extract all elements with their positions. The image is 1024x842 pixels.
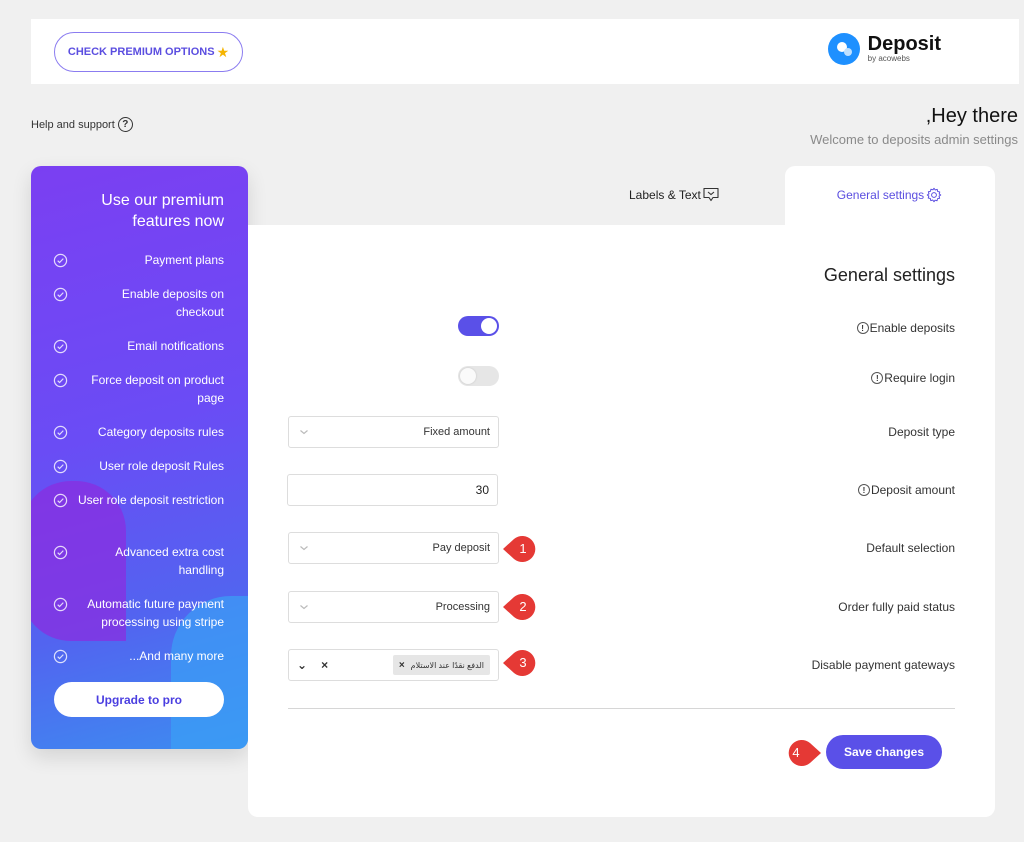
save-changes-button[interactable]: Save changes: [826, 735, 942, 769]
deposit-type-select[interactable]: Fixed amount: [288, 416, 499, 448]
chevron-down-icon: [300, 546, 308, 551]
order-status-select[interactable]: Processing: [288, 591, 499, 623]
brand-name: Deposit: [867, 33, 941, 55]
check-circle-icon: [53, 459, 68, 474]
check-circle-icon: [53, 339, 68, 354]
settings-tabs: Labels & Text General settings: [248, 166, 995, 225]
toggle-knob: [460, 368, 476, 384]
require-login-row-label: ! Require login: [871, 371, 955, 385]
feature-label: Payment plans: [144, 253, 224, 267]
divider: [288, 708, 955, 709]
callout-number: 2: [519, 599, 527, 614]
chevron-down-icon: [300, 605, 308, 610]
check-circle-icon: [53, 545, 68, 560]
speech-bubble-icon: [703, 187, 719, 202]
deposit-type-label: Deposit type: [888, 425, 955, 439]
callout-badge-2: 2: [503, 594, 543, 620]
require-login-label: Require login: [884, 371, 955, 385]
feature-item: Automatic future payment processing usin…: [53, 595, 224, 631]
panel-title: General settings: [823, 265, 955, 285]
enable-deposits-row-label: ! Enable deposits: [856, 321, 955, 335]
feature-item: Email notifications: [53, 337, 224, 355]
info-icon[interactable]: !: [856, 322, 869, 334]
default-selection-select[interactable]: Pay deposit: [288, 532, 499, 564]
tab-labels-text[interactable]: Labels & Text: [629, 187, 720, 203]
brand: Deposit by acowebs: [827, 33, 941, 65]
tab-general-settings[interactable]: General settings: [785, 166, 995, 225]
feature-item: ...And many more: [53, 647, 224, 665]
info-icon[interactable]: !: [871, 372, 884, 384]
callout-badge-4: 4: [781, 740, 821, 766]
feature-item: Advanced extra cost handling: [53, 543, 224, 579]
check-circle-icon: [53, 649, 68, 664]
upgrade-to-pro-button[interactable]: Upgrade to pro: [54, 682, 224, 717]
check-circle-icon: [53, 253, 68, 268]
help-and-support-link[interactable]: Help and support ?: [31, 117, 133, 132]
check-circle-icon: [53, 287, 68, 302]
general-settings-panel: General settings ! Enable deposits ! Req…: [248, 225, 995, 817]
feature-label: User role deposit restriction: [77, 493, 224, 507]
order-status-label: Order fully paid status: [838, 600, 955, 614]
check-circle-icon: [53, 425, 68, 440]
feature-item: Force deposit on product page: [53, 371, 224, 407]
star-icon: ★: [216, 43, 230, 60]
question-icon: ?: [117, 117, 133, 132]
feature-label: Email notifications: [127, 339, 224, 353]
gateway-tag: × الدفع نقدًا عند الاستلام: [392, 655, 490, 675]
check-premium-button[interactable]: CHECK PREMIUM OPTIONS ★: [54, 32, 243, 72]
feature-label: Force deposit on product page: [91, 373, 224, 405]
enable-deposits-toggle[interactable]: [458, 316, 499, 336]
check-circle-icon: [53, 493, 68, 508]
greeting: ,Hey there Welcome to deposits admin set…: [810, 105, 1018, 147]
feature-item: User role deposit restriction: [53, 491, 224, 509]
brand-subtitle: by acowebs: [867, 54, 910, 63]
callout-number: 3: [519, 655, 527, 670]
feature-item: Category deposits rules: [53, 423, 224, 441]
feature-label: Advanced extra cost handling: [115, 545, 224, 577]
deposit-type-value: Fixed amount: [423, 426, 490, 438]
disable-gateways-multiselect[interactable]: ⌄ × × الدفع نقدًا عند الاستلام: [288, 649, 499, 681]
top-bar: CHECK PREMIUM OPTIONS ★ Deposit by acowe…: [31, 19, 1019, 84]
feature-label: Automatic future payment processing usin…: [87, 597, 224, 629]
promo-title: Use our premium features now: [101, 192, 224, 230]
deposit-amount-input[interactable]: 30: [287, 474, 498, 506]
toggle-knob: [481, 318, 497, 334]
chevron-down-icon: [300, 430, 308, 435]
tab-labels-text-label: Labels & Text: [629, 188, 701, 202]
feature-item: Payment plans: [53, 251, 224, 269]
premium-promo-card: Use our premium features now Payment pla…: [31, 166, 248, 749]
expand-chevron-icon[interactable]: ⌄: [297, 658, 307, 672]
deposit-amount-row-label: ! Deposit amount: [857, 483, 955, 497]
require-login-toggle[interactable]: [458, 366, 499, 386]
deposit-amount-label: Deposit amount: [870, 483, 955, 497]
clear-all-icon[interactable]: ×: [321, 658, 328, 672]
help-label: Help and support: [31, 118, 115, 131]
enable-deposits-label: Enable deposits: [869, 321, 955, 335]
callout-badge-3: 3: [503, 650, 543, 676]
feature-label: ...And many more: [129, 649, 224, 663]
callout-number: 4: [792, 745, 800, 760]
feature-item: User role deposit Rules: [53, 457, 224, 475]
check-circle-icon: [53, 597, 68, 612]
callout-badge-1: 1: [503, 536, 543, 562]
tab-general-settings-label: General settings: [836, 187, 925, 202]
feature-label: Category deposits rules: [97, 425, 224, 439]
check-circle-icon: [53, 373, 68, 388]
greeting-title: ,Hey there: [925, 105, 1018, 127]
deposit-logo-icon: [827, 33, 860, 65]
gear-icon: [926, 187, 942, 202]
feature-label: User role deposit Rules: [99, 459, 224, 473]
feature-label: Enable deposits on checkout: [121, 287, 224, 319]
info-icon[interactable]: !: [857, 484, 870, 496]
default-selection-value: Pay deposit: [432, 542, 490, 554]
feature-item: Enable deposits on checkout: [53, 285, 224, 321]
order-status-value: Processing: [435, 601, 490, 613]
check-premium-label: CHECK PREMIUM OPTIONS: [67, 46, 215, 58]
disable-gateways-label: Disable payment gateways: [811, 658, 955, 672]
default-selection-label: Default selection: [866, 541, 955, 555]
callout-number: 1: [519, 541, 527, 556]
remove-tag-icon[interactable]: ×: [399, 660, 405, 671]
gateway-tag-label: الدفع نقدًا عند الاستلام: [410, 660, 484, 670]
greeting-subtitle: Welcome to deposits admin settings: [810, 132, 1018, 147]
